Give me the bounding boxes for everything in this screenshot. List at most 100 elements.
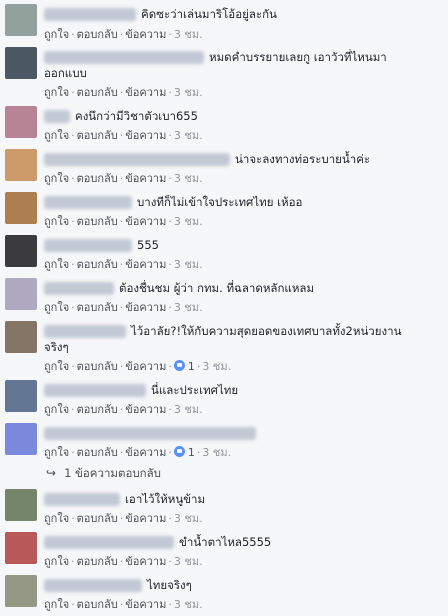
timestamp[interactable]: 3 ชม.: [174, 598, 203, 611]
comment-body: ต้องชื่นชม ผู้ว่า กทม. ที่ฉลาดหลักแหลม: [44, 280, 444, 296]
separator: ·: [168, 28, 172, 41]
message-link[interactable]: ข้อความ: [125, 555, 166, 568]
like-link[interactable]: ถูกใจ: [44, 215, 69, 228]
reply-link[interactable]: ตอบกลับ: [77, 258, 118, 271]
message-link[interactable]: ข้อความ: [125, 86, 166, 99]
author-name-blurred[interactable]: [44, 493, 120, 506]
avatar[interactable]: [5, 532, 37, 564]
like-link[interactable]: ถูกใจ: [44, 301, 69, 314]
author-name-blurred[interactable]: [44, 51, 204, 64]
avatar[interactable]: [5, 47, 37, 79]
separator: ·: [168, 129, 172, 142]
like-link[interactable]: ถูกใจ: [44, 403, 69, 416]
reply-link[interactable]: ตอบกลับ: [77, 555, 118, 568]
avatar[interactable]: [5, 278, 37, 310]
author-name-blurred[interactable]: [44, 153, 230, 166]
like-link[interactable]: ถูกใจ: [44, 86, 69, 99]
author-name-blurred[interactable]: [44, 239, 132, 252]
separator: ·: [71, 129, 75, 142]
message-link[interactable]: ข้อความ: [125, 215, 166, 228]
timestamp[interactable]: 3 ชม.: [174, 555, 203, 568]
like-link[interactable]: ถูกใจ: [44, 258, 69, 271]
timestamp[interactable]: 3 ชม.: [202, 360, 231, 373]
reply-link[interactable]: ตอบกลับ: [77, 446, 118, 459]
message-link[interactable]: ข้อความ: [125, 446, 166, 459]
timestamp[interactable]: 3 ชม.: [174, 403, 203, 416]
reply-link[interactable]: ตอบกลับ: [77, 86, 118, 99]
like-link[interactable]: ถูกใจ: [44, 598, 69, 611]
avatar[interactable]: [5, 192, 37, 224]
timestamp[interactable]: 3 ชม.: [202, 446, 231, 459]
like-link[interactable]: ถูกใจ: [44, 360, 69, 373]
reply-link[interactable]: ตอบกลับ: [77, 215, 118, 228]
separator: ·: [168, 258, 172, 271]
avatar[interactable]: [5, 106, 37, 138]
comment-text: นี่และประเทศไทย: [151, 383, 239, 397]
separator: ·: [168, 172, 172, 185]
timestamp[interactable]: 3 ชม.: [174, 512, 203, 525]
comment-actions: ถูกใจ · ตอบกลับ · ข้อความ · 3 ชม.: [44, 258, 203, 272]
message-link[interactable]: ข้อความ: [125, 512, 166, 525]
timestamp[interactable]: 3 ชม.: [174, 86, 203, 99]
message-link[interactable]: ข้อความ: [125, 360, 166, 373]
comment-actions: ถูกใจ · ตอบกลับ · ข้อความ · 3 ชม.: [44, 598, 203, 612]
like-count[interactable]: 1: [188, 360, 195, 373]
avatar[interactable]: [5, 575, 37, 607]
timestamp[interactable]: 3 ชม.: [174, 172, 203, 185]
message-link[interactable]: ข้อความ: [125, 301, 166, 314]
like-count[interactable]: 1: [188, 446, 195, 459]
like-link[interactable]: ถูกใจ: [44, 28, 69, 41]
author-name-blurred[interactable]: [44, 427, 256, 440]
timestamp[interactable]: 3 ชม.: [174, 215, 203, 228]
author-name-blurred[interactable]: [44, 110, 70, 123]
comment-body: คงนึกว่ามีวิชาตัวเบา655: [44, 108, 444, 124]
message-link[interactable]: ข้อความ: [125, 403, 166, 416]
message-link[interactable]: ข้อความ: [125, 129, 166, 142]
comment-text: 555: [137, 238, 159, 252]
reply-link[interactable]: ตอบกลับ: [77, 360, 118, 373]
reply-link[interactable]: ตอบกลับ: [77, 129, 118, 142]
author-name-blurred[interactable]: [44, 8, 136, 21]
author-name-blurred[interactable]: [44, 282, 114, 295]
timestamp[interactable]: 3 ชม.: [174, 301, 203, 314]
avatar[interactable]: [5, 489, 37, 521]
message-link[interactable]: ข้อความ: [125, 28, 166, 41]
author-name-blurred[interactable]: [44, 384, 146, 397]
view-replies[interactable]: ↪ 1 ข้อความตอบกลับ: [46, 465, 161, 483]
author-name-blurred[interactable]: [44, 536, 174, 549]
reply-link[interactable]: ตอบกลับ: [77, 598, 118, 611]
message-link[interactable]: ข้อความ: [125, 258, 166, 271]
avatar[interactable]: [5, 423, 37, 455]
comment-text-line2: ออกแบบ: [44, 66, 87, 80]
timestamp[interactable]: 3 ชม.: [174, 28, 203, 41]
comment-text-line2: จริงๆ: [44, 340, 69, 354]
avatar[interactable]: [5, 380, 37, 412]
like-link[interactable]: ถูกใจ: [44, 446, 69, 459]
like-link[interactable]: ถูกใจ: [44, 512, 69, 525]
view-replies-link[interactable]: 1 ข้อความตอบกลับ: [64, 466, 161, 480]
like-link[interactable]: ถูกใจ: [44, 129, 69, 142]
avatar[interactable]: [5, 149, 37, 181]
author-name-blurred[interactable]: [44, 196, 132, 209]
like-link[interactable]: ถูกใจ: [44, 555, 69, 568]
avatar[interactable]: [5, 235, 37, 267]
reply-link[interactable]: ตอบกลับ: [77, 172, 118, 185]
reply-link[interactable]: ตอบกลับ: [77, 28, 118, 41]
message-link[interactable]: ข้อความ: [125, 598, 166, 611]
timestamp[interactable]: 3 ชม.: [174, 129, 203, 142]
separator: ·: [168, 360, 172, 373]
avatar[interactable]: [5, 321, 37, 353]
comment-text: น่าจะลงทางท่อระบายน้ำค่ะ: [235, 152, 371, 166]
author-name-blurred[interactable]: [44, 579, 142, 592]
reply-link[interactable]: ตอบกลับ: [77, 403, 118, 416]
comment-body: ไทยจริงๆ: [44, 577, 444, 593]
message-link[interactable]: ข้อความ: [125, 172, 166, 185]
reply-link[interactable]: ตอบกลับ: [77, 301, 118, 314]
avatar[interactable]: [5, 4, 37, 36]
reply-link[interactable]: ตอบกลับ: [77, 512, 118, 525]
like-link[interactable]: ถูกใจ: [44, 172, 69, 185]
timestamp[interactable]: 3 ชม.: [174, 258, 203, 271]
like-icon[interactable]: [173, 446, 185, 457]
like-icon[interactable]: [173, 360, 185, 371]
author-name-blurred[interactable]: [44, 325, 126, 338]
